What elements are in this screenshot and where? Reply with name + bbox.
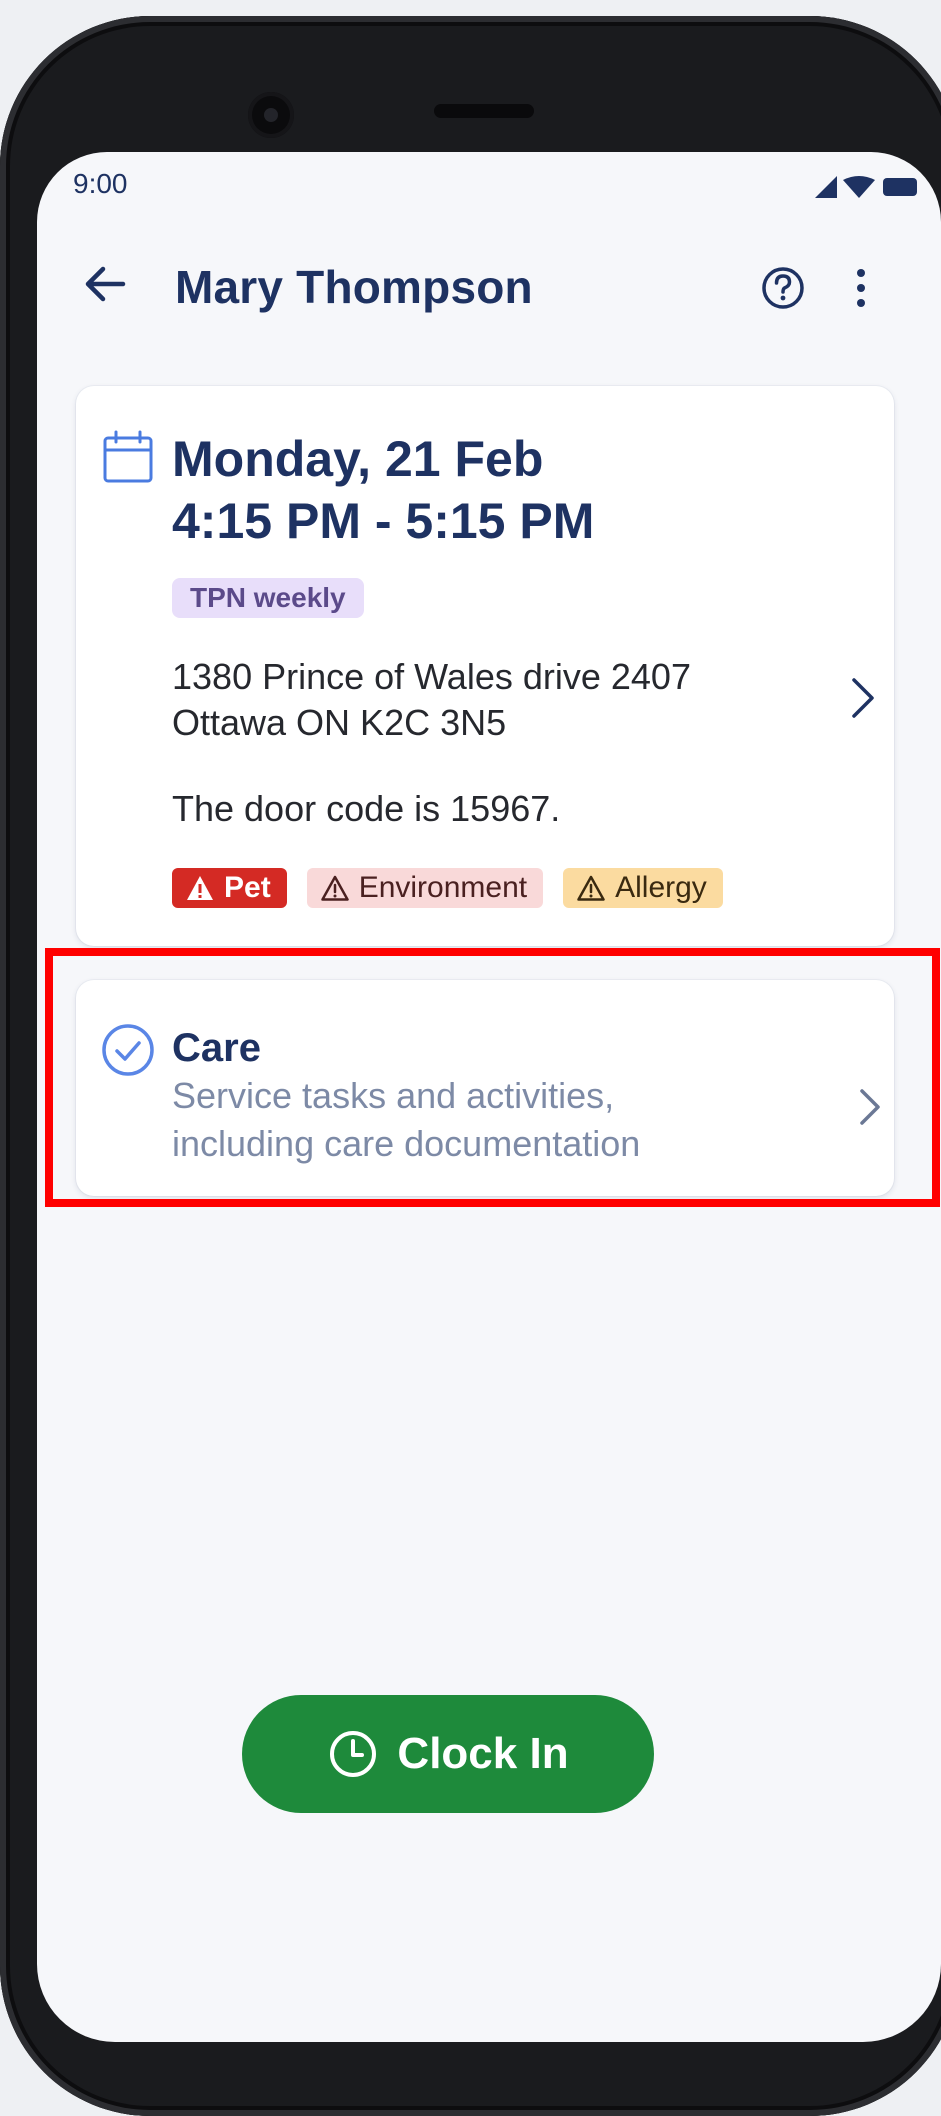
care-description: Service tasks and activities, including … xyxy=(172,1072,792,1168)
warning-outline-icon xyxy=(320,875,349,901)
address-line-2: Ottawa ON K2C 3N5 xyxy=(172,702,507,743)
visit-address[interactable]: 1380 Prince of Wales drive 2407 Ottawa O… xyxy=(172,654,792,746)
status-bar: 9:00 xyxy=(37,152,941,212)
chevron-right-icon xyxy=(860,1089,880,1125)
alert-label: Pet xyxy=(224,871,271,904)
help-circle-icon xyxy=(762,267,804,309)
care-section-card[interactable]: Care Service tasks and activities, inclu… xyxy=(76,980,894,1196)
alert-badges: Pet Environment Allergy xyxy=(172,868,723,908)
more-options-button[interactable] xyxy=(843,262,879,314)
more-vertical-icon xyxy=(857,269,865,307)
warning-outline-icon xyxy=(577,875,605,901)
page-title: Mary Thompson xyxy=(175,261,533,313)
warning-filled-icon xyxy=(187,876,213,900)
alert-label: Allergy xyxy=(615,871,707,904)
front-camera xyxy=(248,92,294,138)
alert-label: Environment xyxy=(358,871,528,904)
battery-icon xyxy=(883,178,917,196)
back-button[interactable] xyxy=(77,256,133,312)
care-title: Care xyxy=(172,1026,261,1070)
chevron-right-icon[interactable] xyxy=(844,672,880,724)
calendar-icon xyxy=(103,430,153,483)
care-description-line-2: including care documentation xyxy=(172,1123,641,1164)
signal-icon xyxy=(815,176,837,198)
help-button[interactable] xyxy=(757,262,809,314)
alert-badge-allergy[interactable]: Allergy xyxy=(563,868,723,908)
wifi-icon xyxy=(843,176,875,198)
visit-details-card: Monday, 21 Feb 4:15 PM - 5:15 PM TPN wee… xyxy=(76,386,894,946)
alert-badge-pet[interactable]: Pet xyxy=(172,868,287,908)
status-time: 9:00 xyxy=(73,168,128,199)
visit-date: Monday, 21 Feb xyxy=(172,431,544,487)
clock-icon xyxy=(330,1731,377,1777)
arrow-left-icon xyxy=(85,266,126,302)
check-circle-icon xyxy=(102,1024,154,1076)
visit-note: The door code is 15967. xyxy=(172,788,561,829)
status-icons xyxy=(815,176,917,198)
earpiece-speaker xyxy=(434,104,534,118)
care-description-line-1: Service tasks and activities, xyxy=(172,1075,615,1116)
clock-in-button[interactable]: Clock In xyxy=(242,1695,654,1813)
app-bar: Mary Thompson xyxy=(37,232,941,332)
clock-in-label: Clock In xyxy=(397,1729,569,1778)
visit-time-range: 4:15 PM - 5:15 PM xyxy=(172,493,595,549)
alert-badge-environment[interactable]: Environment xyxy=(306,868,544,908)
address-line-1: 1380 Prince of Wales drive 2407 xyxy=(172,656,691,697)
visit-type-tag: TPN weekly xyxy=(172,578,364,618)
